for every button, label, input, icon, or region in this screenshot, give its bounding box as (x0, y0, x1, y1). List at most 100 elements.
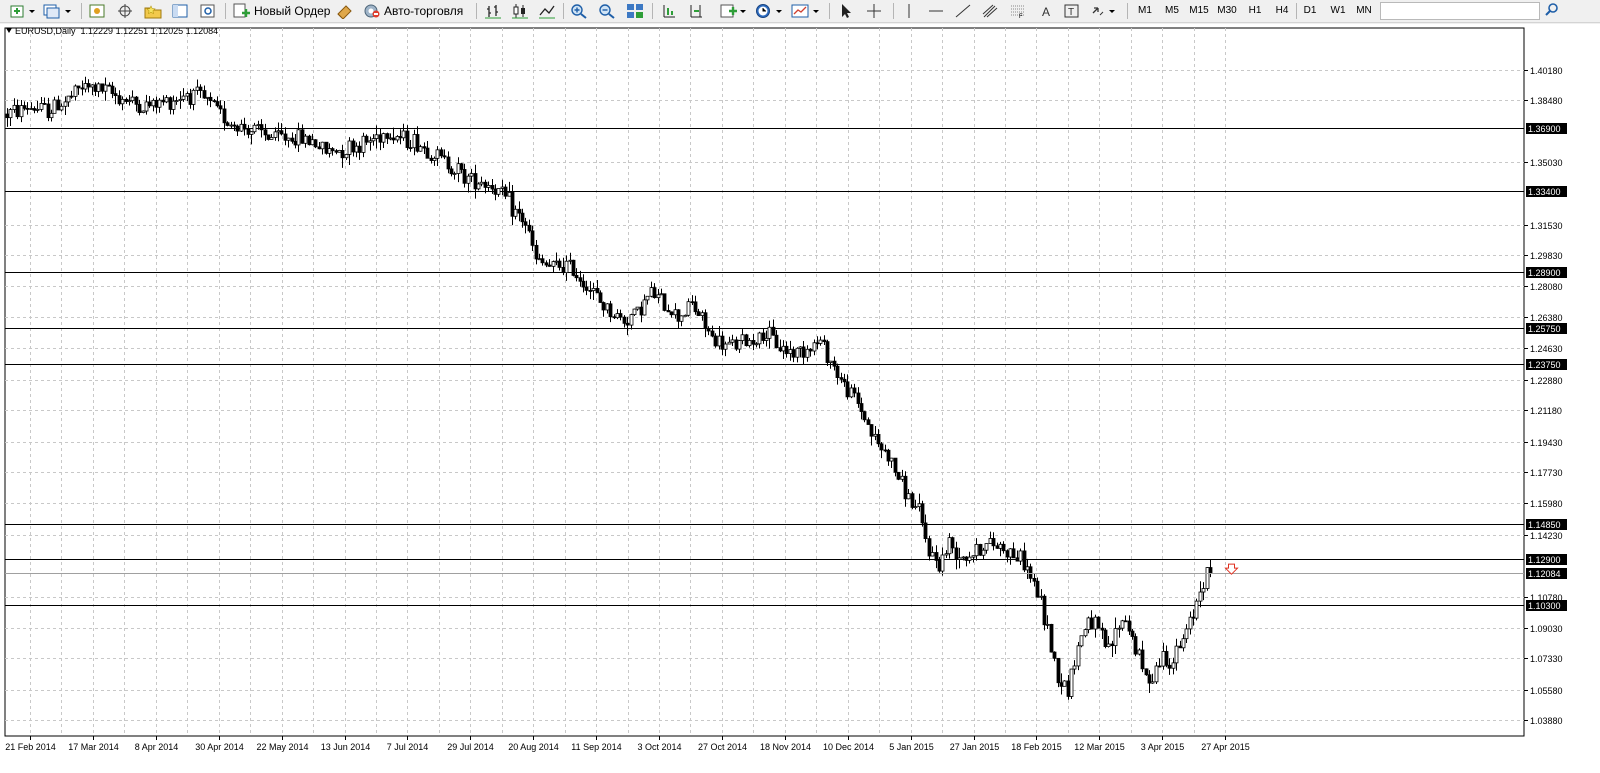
candlestick-button[interactable] (511, 2, 529, 20)
candle-body (385, 133, 390, 139)
candle-body (168, 97, 173, 110)
timeframe-d1[interactable]: D1 (1298, 3, 1322, 19)
auto-trading-button[interactable]: Авто-торговля (363, 2, 463, 20)
candle-body (222, 108, 227, 124)
horizontal-line-icon (929, 10, 943, 12)
candle (1110, 640, 1115, 657)
new-chart-button[interactable] (10, 2, 38, 20)
candle (662, 293, 667, 312)
sell-arrow-icon (1224, 563, 1239, 575)
fibonacci-button[interactable]: F (1009, 2, 1027, 20)
timeframe-w1[interactable]: W1 (1326, 3, 1350, 19)
candle-body (1208, 567, 1213, 574)
candle-body (157, 99, 162, 108)
candle (832, 356, 837, 371)
templates-button[interactable] (791, 2, 821, 20)
candle-body (107, 84, 112, 87)
zoom-out-button[interactable] (598, 2, 616, 20)
date-tick-label: 3 Apr 2015 (1141, 742, 1185, 752)
candle-body (134, 96, 139, 105)
candle (788, 340, 793, 361)
candle-body (147, 101, 152, 107)
auto-scroll-button[interactable] (660, 2, 678, 20)
svg-text:A: A (1042, 5, 1050, 19)
candle-body (527, 224, 532, 232)
candle (235, 124, 240, 136)
candle-body (408, 147, 413, 149)
candle (934, 545, 939, 569)
candle-body (446, 156, 451, 170)
candle (588, 281, 593, 300)
date-tick-label: 7 Jul 2014 (387, 742, 429, 752)
candle (32, 106, 37, 114)
zoom-in-button[interactable] (570, 2, 588, 20)
strategy-tester-button[interactable] (199, 2, 217, 20)
candle (344, 153, 349, 161)
timeframe-h4[interactable]: H4 (1270, 3, 1294, 19)
candle (347, 137, 352, 165)
periods-button[interactable] (755, 2, 785, 20)
candle-body (720, 335, 725, 350)
market-watch-button[interactable] (88, 2, 106, 20)
candle (462, 163, 467, 188)
candle (276, 122, 281, 142)
arrows-icon (1092, 7, 1115, 16)
candle-body (242, 123, 247, 130)
text-button[interactable]: A (1038, 2, 1056, 20)
bar-chart-button[interactable] (484, 2, 502, 20)
timeframe-m1[interactable]: M1 (1133, 3, 1157, 19)
timeframe-m15[interactable]: M15 (1187, 3, 1211, 19)
candle (1174, 638, 1179, 671)
candle-body (266, 134, 271, 140)
candle-body (1127, 620, 1132, 632)
candle-body (473, 173, 478, 190)
search-icon[interactable] (1544, 2, 1560, 23)
arrows-button[interactable] (1090, 2, 1120, 20)
candle-body (781, 345, 786, 352)
timeframe-mn[interactable]: MN (1352, 3, 1376, 19)
candle-body (374, 134, 379, 139)
timeframe-m30[interactable]: M30 (1215, 3, 1239, 19)
candle (737, 339, 742, 354)
new-order-button[interactable]: Новый Ордер (233, 2, 330, 20)
vertical-line-button[interactable] (900, 2, 918, 20)
candle (385, 132, 390, 145)
candle-body (59, 105, 64, 111)
candle (761, 328, 766, 344)
timeframe-h1[interactable]: H1 (1243, 3, 1267, 19)
chart-menu-triangle-icon[interactable] (6, 28, 12, 33)
candle (551, 260, 556, 273)
svg-text:F: F (1019, 14, 1023, 19)
metaeditor-button[interactable] (336, 2, 354, 20)
navigator-button[interactable] (116, 2, 134, 20)
equidistant-channel-button[interactable] (981, 2, 999, 20)
trendline-button[interactable] (954, 2, 972, 20)
profiles-button[interactable] (42, 2, 74, 20)
line-chart-button[interactable] (538, 2, 556, 20)
price-chart[interactable]: 1.36900 1.33400 1.28900 1.25750 1.23750 1.148… (0, 24, 1600, 773)
candle (913, 499, 918, 510)
candle (923, 514, 928, 543)
candle-body (825, 341, 830, 363)
timeframe-m5[interactable]: M5 (1160, 3, 1184, 19)
favorites-button[interactable] (143, 2, 163, 20)
candle (151, 98, 156, 112)
chart-shift-button[interactable] (687, 2, 705, 20)
terminal-button[interactable] (171, 2, 189, 20)
candle-body (896, 471, 901, 480)
candlestick-icon (512, 4, 528, 19)
candle-body (395, 136, 400, 141)
candle-body (1191, 616, 1196, 619)
crosshair-button[interactable] (865, 2, 883, 20)
candle (134, 96, 139, 112)
chart-window[interactable]: 1.36900 1.33400 1.28900 1.25750 1.23750 1.148… (0, 24, 1600, 773)
search-input[interactable] (1380, 2, 1540, 20)
cursor-button[interactable] (837, 2, 855, 20)
candle (517, 201, 522, 222)
candle-body (645, 295, 650, 301)
date-tick-label: 12 Mar 2015 (1074, 742, 1125, 752)
indicators-button[interactable] (720, 2, 748, 20)
horizontal-line-button[interactable] (927, 2, 945, 20)
text-label-button[interactable]: T (1063, 2, 1081, 20)
tile-windows-button[interactable] (626, 2, 644, 20)
